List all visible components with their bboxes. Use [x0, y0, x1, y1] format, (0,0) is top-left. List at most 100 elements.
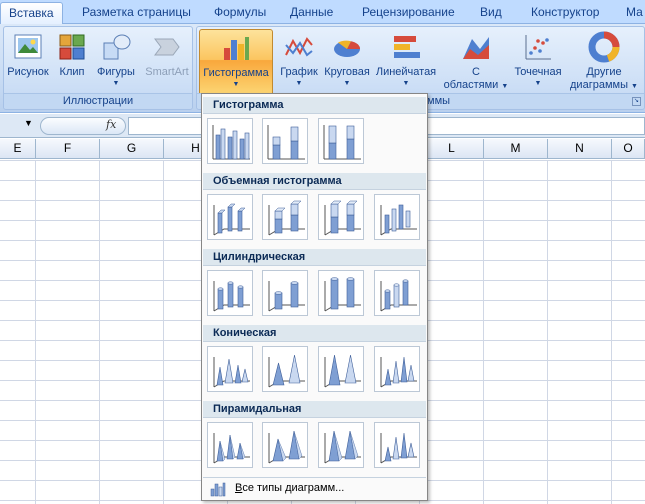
- scatter-chart-button[interactable]: Точечная ▼: [510, 29, 566, 96]
- column-header-f[interactable]: F: [36, 139, 100, 159]
- shapes-button[interactable]: Фигуры ▼: [94, 29, 138, 96]
- all-chart-types-label: Все типы диаграмм...: [235, 482, 345, 494]
- 3d-cylinder-thumb[interactable]: [374, 270, 420, 316]
- insert-function-button[interactable]: fx: [106, 118, 116, 131]
- stacked-column-thumb[interactable]: [262, 118, 308, 164]
- tab-review[interactable]: Рецензирование: [362, 2, 455, 24]
- pie-chart-icon: [334, 40, 361, 57]
- clustered-cone-thumb[interactable]: [207, 346, 253, 392]
- clustered-column-icon: [212, 125, 250, 160]
- clip-art-icon: [59, 34, 85, 60]
- tab-insert[interactable]: Вставка: [0, 2, 63, 25]
- 3d-stacked-100-column-icon: [324, 200, 361, 236]
- chevron-down-icon: ▼: [534, 80, 542, 87]
- stacked-cylinder-thumb[interactable]: [262, 270, 308, 316]
- other-charts-button[interactable]: Другие диаграммы ▼: [569, 29, 639, 96]
- smartart-label: SmartArt: [145, 66, 189, 78]
- tab-page-layout[interactable]: Разметка страницы: [82, 2, 191, 24]
- 3d-stacked-column-thumb[interactable]: [262, 194, 308, 240]
- column-chart-button[interactable]: Гистограмма ▼: [199, 29, 273, 97]
- chevron-down-icon: ▼: [343, 80, 351, 87]
- section-header-column: Гистограмма: [203, 97, 426, 114]
- clustered-pyramid-thumb[interactable]: [207, 422, 253, 468]
- stacked-100-column-icon: [323, 125, 361, 160]
- picture-label: Рисунок: [7, 66, 49, 78]
- clustered-column-thumb[interactable]: [207, 118, 253, 164]
- smartart-button[interactable]: SmartArt: [142, 29, 192, 96]
- line-chart-button[interactable]: График ▼: [277, 29, 321, 96]
- shapes-icon: [103, 34, 131, 60]
- column-header-e[interactable]: E: [0, 139, 36, 159]
- other-charts-label-2: диаграммы: [570, 79, 628, 91]
- bar-chart-button[interactable]: Линейчатая ▼: [374, 29, 438, 96]
- 3d-cone-thumb[interactable]: [374, 346, 420, 392]
- tab-view[interactable]: Вид: [480, 2, 502, 24]
- pie-chart-button[interactable]: Круговая ▼: [322, 29, 372, 96]
- 3d-cylinder-icon: [380, 279, 417, 312]
- 3d-column-icon: [380, 204, 417, 236]
- clustered-pyramid-icon: [213, 433, 250, 464]
- stacked-cylinder-icon: [268, 281, 305, 312]
- stacked-cone-icon: [268, 354, 305, 388]
- bar-chart-icon: [394, 36, 420, 58]
- bar-chart-label: Линейчатая: [375, 66, 437, 78]
- stacked-100-column-thumb[interactable]: [318, 118, 364, 164]
- stacked-100-cone-icon: [324, 354, 361, 388]
- stacked-100-cylinder-icon: [324, 277, 361, 312]
- all-chart-types-row[interactable]: Все типы диаграмм...: [203, 477, 426, 499]
- line-chart-icon: [285, 37, 313, 57]
- picture-icon: [14, 34, 42, 59]
- 3d-clustered-column-thumb[interactable]: [207, 194, 253, 240]
- group-illustrations: Рисунок Клип Фигуры ▼ SmartArt Иллюстрац…: [3, 26, 193, 110]
- column-header-l[interactable]: L: [420, 139, 484, 159]
- chevron-down-icon: ▼: [631, 83, 638, 90]
- stacked-100-pyramid-icon: [324, 430, 361, 464]
- chevron-down-icon: ▼: [232, 81, 240, 88]
- chevron-down-icon: ▼: [295, 80, 303, 87]
- section-header-pyramid: Пирамидальная: [203, 401, 426, 418]
- stacked-100-cone-thumb[interactable]: [318, 346, 364, 392]
- dialog-launcher-icon[interactable]: ↘: [632, 97, 641, 106]
- column-chart-gallery: Гистограмма Объемная гистограмма Цилиндр…: [201, 93, 428, 501]
- tab-data[interactable]: Данные: [290, 2, 333, 24]
- scatter-chart-label: Точечная: [514, 66, 562, 78]
- picture-button[interactable]: Рисунок: [5, 29, 51, 96]
- 3d-column-thumb[interactable]: [374, 194, 420, 240]
- area-chart-button[interactable]: С областями ▼: [443, 29, 509, 96]
- tab-formulas[interactable]: Формулы: [214, 2, 266, 24]
- stacked-cone-thumb[interactable]: [262, 346, 308, 392]
- chevron-down-icon: ▼: [501, 83, 509, 90]
- column-header-n[interactable]: N: [548, 139, 612, 159]
- area-chart-icon: [463, 37, 489, 59]
- column-chart-icon: [224, 37, 249, 60]
- stacked-100-pyramid-thumb[interactable]: [318, 422, 364, 468]
- column-header-o[interactable]: O: [612, 139, 645, 159]
- area-chart-label-2: областями: [443, 79, 499, 91]
- name-box-dropdown-icon[interactable]: ▼: [24, 118, 33, 128]
- pie-chart-label: Круговая: [324, 66, 370, 78]
- stacked-column-icon: [267, 125, 305, 160]
- stacked-pyramid-icon: [268, 430, 305, 464]
- 3d-pyramid-icon: [380, 432, 417, 464]
- chevron-down-icon: ▼: [112, 80, 120, 87]
- tab-design[interactable]: Конструктор: [531, 2, 599, 24]
- clustered-cylinder-thumb[interactable]: [207, 270, 253, 316]
- group-label-illustrations: Иллюстрации: [4, 93, 192, 108]
- clustered-cylinder-icon: [213, 281, 250, 312]
- 3d-stacked-column-icon: [268, 200, 305, 236]
- all-chart-types-icon: [210, 482, 226, 497]
- column-header-g[interactable]: G: [100, 139, 164, 159]
- clip-button[interactable]: Клип: [56, 29, 88, 96]
- 3d-stacked-100-column-thumb[interactable]: [318, 194, 364, 240]
- clip-label: Клип: [59, 66, 85, 78]
- scatter-chart-icon: [525, 35, 551, 60]
- stacked-pyramid-thumb[interactable]: [262, 422, 308, 468]
- 3d-clustered-column-icon: [213, 203, 250, 236]
- column-header-m[interactable]: M: [484, 139, 548, 159]
- stacked-100-cylinder-thumb[interactable]: [318, 270, 364, 316]
- 3d-pyramid-thumb[interactable]: [374, 422, 420, 468]
- section-header-cylinder: Цилиндрическая: [203, 249, 426, 266]
- tab-more[interactable]: Ма: [626, 2, 643, 24]
- smartart-icon: [154, 38, 180, 56]
- clustered-cone-icon: [213, 357, 250, 388]
